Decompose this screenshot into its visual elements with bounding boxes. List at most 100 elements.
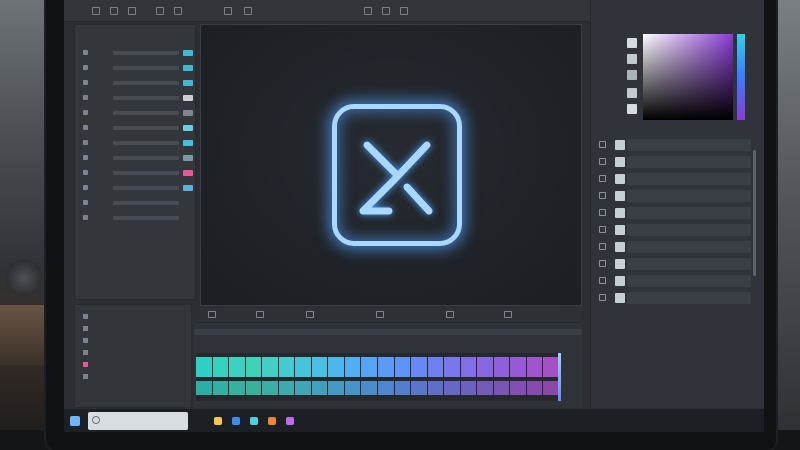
layer-row[interactable] — [83, 184, 193, 192]
clip-frame[interactable] — [444, 381, 460, 395]
layer-row[interactable] — [83, 64, 193, 72]
layer-color-tag[interactable] — [183, 110, 193, 116]
clip-frame[interactable] — [477, 357, 493, 377]
clip-frame[interactable] — [460, 381, 477, 395]
clip-frame[interactable] — [328, 357, 344, 377]
asset-row[interactable] — [599, 189, 755, 203]
new-icon[interactable] — [92, 7, 100, 15]
clip-frame[interactable] — [493, 357, 510, 377]
layer-row[interactable] — [83, 124, 193, 132]
clip-frame[interactable] — [427, 357, 444, 377]
clip-frame[interactable] — [361, 381, 378, 395]
clip-frame[interactable] — [394, 357, 411, 377]
clip-frame[interactable] — [245, 357, 262, 377]
select-icon[interactable] — [382, 7, 390, 15]
creative-app-icon[interactable] — [286, 417, 294, 425]
zoom-icon[interactable] — [400, 7, 408, 15]
start-icon[interactable] — [70, 416, 80, 426]
store-icon[interactable] — [268, 417, 276, 425]
clip-strip-secondary[interactable] — [196, 381, 560, 395]
marker-icon[interactable] — [504, 311, 512, 318]
mail-icon[interactable] — [250, 417, 258, 425]
clip-frame[interactable] — [493, 381, 510, 395]
asset-row[interactable] — [599, 206, 755, 220]
clip-frame[interactable] — [212, 357, 229, 377]
clip-frame[interactable] — [411, 357, 427, 377]
clip-frame[interactable] — [344, 381, 361, 395]
layer-color-tag[interactable] — [183, 80, 193, 86]
loop-icon[interactable] — [446, 311, 454, 318]
layer-color-tag[interactable] — [183, 125, 193, 131]
open-icon[interactable] — [110, 7, 118, 15]
layer-color-tag[interactable] — [183, 65, 193, 71]
clip-frame[interactable] — [394, 381, 411, 395]
clip-frame[interactable] — [543, 381, 560, 395]
layer-row[interactable] — [83, 169, 193, 177]
playhead[interactable] — [558, 353, 561, 401]
timeline-ruler[interactable] — [194, 329, 582, 335]
brush-icon[interactable] — [364, 7, 372, 15]
layer-color-tag[interactable] — [183, 50, 193, 56]
clip-frame[interactable] — [295, 381, 311, 395]
clip-frame[interactable] — [510, 357, 526, 377]
hand-icon[interactable] — [208, 311, 216, 318]
asset-row[interactable] — [599, 291, 755, 305]
asset-row[interactable] — [599, 155, 755, 169]
clip-frame[interactable] — [460, 357, 477, 377]
play-icon[interactable] — [376, 311, 384, 318]
clip-frame[interactable] — [411, 381, 427, 395]
clip-frame[interactable] — [229, 357, 245, 377]
color-swatch[interactable] — [627, 38, 637, 48]
clip-frame[interactable] — [543, 357, 560, 377]
clip-frame[interactable] — [526, 357, 543, 377]
layer-row[interactable] — [83, 109, 193, 117]
fit-icon[interactable] — [306, 311, 314, 318]
color-swatch[interactable] — [627, 88, 637, 98]
browser-icon[interactable] — [232, 417, 240, 425]
layer-row[interactable] — [83, 199, 193, 207]
layer-color-tag[interactable] — [183, 170, 193, 176]
layer-row[interactable] — [83, 214, 193, 222]
asset-row[interactable] — [599, 138, 755, 152]
clip-frame[interactable] — [295, 357, 311, 377]
asset-row[interactable] — [599, 223, 755, 237]
crop-icon[interactable] — [224, 7, 232, 15]
search-box[interactable] — [88, 412, 188, 430]
layer-color-tag[interactable] — [183, 155, 193, 161]
layer-row[interactable] — [83, 49, 193, 57]
text-icon[interactable] — [244, 7, 252, 15]
clip-frame[interactable] — [328, 381, 344, 395]
asset-row[interactable] — [599, 172, 755, 186]
clip-frame[interactable] — [196, 357, 212, 377]
clip-frame[interactable] — [311, 357, 328, 377]
save-icon[interactable] — [128, 7, 136, 15]
clip-frame[interactable] — [477, 381, 493, 395]
clip-frame[interactable] — [361, 357, 378, 377]
color-swatch[interactable] — [627, 70, 637, 80]
clip-frame[interactable] — [212, 381, 229, 395]
clip-frame[interactable] — [196, 381, 212, 395]
color-picker[interactable] — [643, 34, 733, 120]
redo-icon[interactable] — [174, 7, 182, 15]
layer-row[interactable] — [83, 139, 193, 147]
clip-frame[interactable] — [229, 381, 245, 395]
asset-row[interactable] — [599, 240, 755, 254]
grid-icon[interactable] — [256, 311, 264, 318]
timeline-track[interactable] — [196, 353, 560, 401]
file-explorer-icon[interactable] — [214, 417, 222, 425]
clip-strip[interactable] — [196, 357, 560, 377]
layer-row[interactable] — [83, 79, 193, 87]
right-panel-scrollbar[interactable] — [753, 150, 756, 276]
clip-frame[interactable] — [378, 381, 394, 395]
clip-frame[interactable] — [344, 357, 361, 377]
layer-color-tag[interactable] — [183, 95, 193, 101]
layer-row[interactable] — [83, 154, 193, 162]
clip-frame[interactable] — [510, 381, 526, 395]
clip-frame[interactable] — [278, 381, 295, 395]
clip-frame[interactable] — [311, 381, 328, 395]
clip-frame[interactable] — [444, 357, 460, 377]
undo-icon[interactable] — [156, 7, 164, 15]
asset-row[interactable] — [599, 274, 755, 288]
clip-frame[interactable] — [262, 357, 278, 377]
clip-frame[interactable] — [245, 381, 262, 395]
